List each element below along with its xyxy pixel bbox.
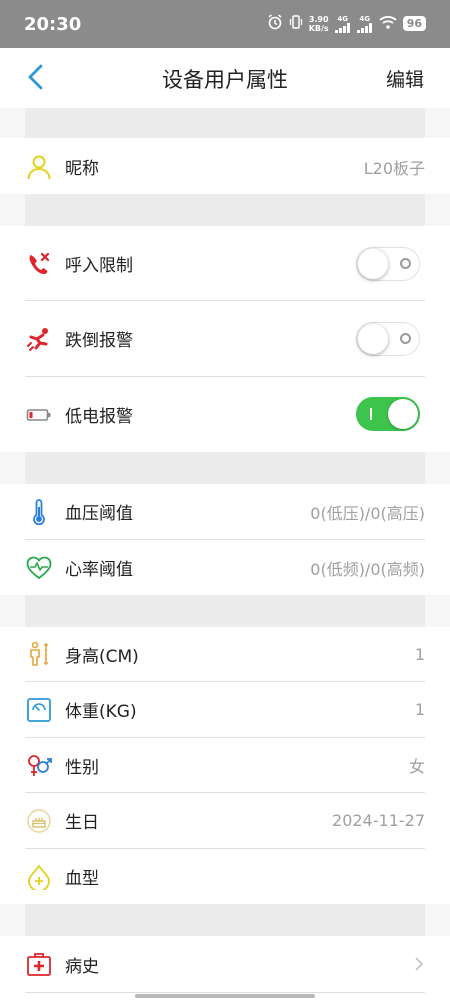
nav-header: 设备用户属性 编辑 — [0, 48, 450, 108]
gender-label: 性别 — [65, 757, 99, 778]
vibrate-icon — [289, 14, 303, 33]
birthday-row[interactable]: 生日 2024-11-27 — [25, 793, 425, 848]
edit-button[interactable]: 编辑 — [386, 65, 424, 92]
network-speed: 3.90 KB/s — [308, 14, 329, 33]
weight-label: 体重(KG) — [65, 702, 137, 722]
gender-icon — [25, 751, 53, 779]
blood-pressure-threshold-value: 0(低压)/0(高压) — [310, 503, 425, 523]
birthday-label: 生日 — [65, 813, 99, 833]
height-row[interactable]: 身高(CM) 1 — [25, 627, 425, 681]
birthday-value: 2024-11-27 — [332, 811, 425, 830]
height-icon — [25, 640, 53, 668]
blood-type-label: 血型 — [65, 869, 99, 889]
heart-rate-threshold-value: 0(低频)/0(高频) — [310, 559, 425, 579]
section-gap — [25, 108, 425, 138]
call-blocked-icon — [25, 250, 53, 278]
nickname-value: L20板子 — [363, 158, 425, 178]
status-bar: 20:30 3.90 KB/s 4G 4G 96 — [0, 0, 450, 48]
call-restriction-toggle[interactable] — [356, 247, 420, 281]
section-gap — [25, 194, 425, 226]
low-battery-alert-toggle[interactable] — [356, 397, 420, 431]
gender-row[interactable]: 性别 女 — [25, 738, 425, 792]
blood-pressure-threshold-label: 血压阈值 — [65, 504, 133, 524]
page-title: 设备用户属性 — [162, 68, 288, 92]
weight-value: 1 — [414, 700, 425, 719]
status-icons: 3.90 KB/s 4G 4G 96 — [267, 14, 426, 33]
heart-rate-threshold-label: 心率阈值 — [65, 560, 133, 580]
height-value: 1 — [414, 644, 425, 664]
fall-alert-label: 跌倒报警 — [65, 331, 133, 351]
height-label: 身高(CM) — [65, 646, 139, 667]
medical-kit-icon — [25, 950, 53, 978]
alarm-icon — [267, 14, 283, 33]
nickname-row[interactable]: 昵称 L20板子 — [25, 139, 425, 194]
blood-drop-icon — [25, 863, 53, 891]
home-indicator[interactable] — [135, 994, 315, 998]
fall-alert-toggle[interactable] — [356, 322, 420, 356]
section-gap — [25, 452, 425, 484]
cake-icon — [25, 807, 53, 835]
user-icon — [25, 153, 53, 181]
weight-row[interactable]: 体重(KG) 1 — [25, 682, 425, 737]
signal-icon-1: 4G — [334, 15, 351, 33]
low-battery-alert-label: 低电报警 — [65, 407, 133, 427]
thermometer-icon — [25, 498, 53, 526]
gender-value: 女 — [408, 757, 425, 776]
status-time: 20:30 — [24, 14, 82, 35]
fall-alert-icon — [25, 325, 53, 353]
medical-history-row[interactable]: 病史 — [25, 936, 425, 992]
section-gap — [25, 595, 425, 627]
heart-rate-threshold-row[interactable]: 心率阈值 0(低频)/0(高频) — [25, 540, 425, 595]
heart-rate-icon — [25, 554, 53, 582]
section-gap — [25, 904, 425, 936]
call-restriction-label: 呼入限制 — [65, 256, 133, 276]
scale-icon — [25, 696, 53, 724]
battery-indicator: 96 — [402, 16, 426, 31]
medical-history-label: 病史 — [65, 956, 99, 977]
blood-type-row[interactable]: 血型 — [25, 849, 425, 904]
low-battery-icon — [25, 401, 53, 429]
divider — [25, 992, 425, 993]
chevron-right-icon — [415, 957, 424, 971]
nickname-label: 昵称 — [65, 159, 99, 179]
signal-icon-2: 4G — [356, 15, 373, 33]
blood-pressure-threshold-row[interactable]: 血压阈值 0(低压)/0(高压) — [25, 484, 425, 539]
wifi-icon — [379, 15, 397, 32]
